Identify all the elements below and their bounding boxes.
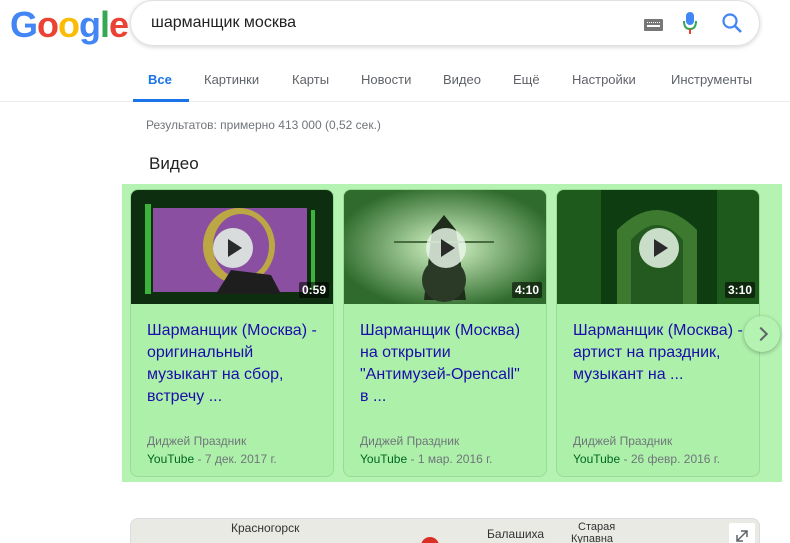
result-stats: Результатов: примерно 413 000 (0,52 сек.… [146, 118, 381, 132]
logo-letter: g [79, 4, 101, 45]
video-duration: 3:10 [724, 282, 755, 298]
video-date: - 7 дек. 2017 г. [194, 452, 277, 466]
video-channel: Диджей Праздник [147, 434, 247, 448]
video-card[interactable]: 4:10 Шарманщик (Москва) на открытии "Ант… [343, 189, 547, 477]
video-title-link[interactable]: Шарманщик (Москва) - оригинальный музыка… [147, 320, 327, 408]
tab-news[interactable]: Новости [361, 72, 411, 87]
video-thumbnail: 3:10 [557, 190, 759, 304]
search-results-page: Google шарманщик москва Все Картинки Кар… [0, 0, 790, 543]
video-carousel: 0:59 Шарманщик (Москва) - оригинальный м… [122, 184, 782, 482]
map-label: Балашиха [487, 527, 545, 541]
video-channel: Диджей Праздник [360, 434, 460, 448]
video-channel: Диджей Праздник [573, 434, 673, 448]
logo-letter: G [10, 4, 38, 45]
tab-settings[interactable]: Настройки [572, 72, 636, 87]
tab-tools[interactable]: Инструменты [671, 72, 752, 87]
tab-videos[interactable]: Видео [443, 72, 481, 87]
google-logo[interactable]: Google [10, 4, 129, 46]
video-card[interactable]: 3:10 Шарманщик (Москва) - артист на праз… [556, 189, 760, 477]
microphone-icon[interactable] [683, 11, 697, 40]
map-pin-icon[interactable] [421, 537, 439, 543]
search-box[interactable]: шарманщик москва [130, 0, 760, 46]
video-thumbnail: 4:10 [344, 190, 546, 304]
search-icon[interactable] [721, 12, 743, 39]
keyboard-icon[interactable] [644, 19, 663, 31]
map-label: Купавна [571, 533, 614, 543]
video-source-name: YouTube [360, 452, 408, 466]
video-thumbnail: 0:59 [131, 190, 333, 304]
video-source-name: YouTube [147, 452, 195, 466]
map-label: Старая [578, 521, 616, 533]
video-source: YouTube - 26 февр. 2016 г. [573, 452, 720, 466]
tab-all[interactable]: Все [148, 72, 172, 87]
logo-letter: o [58, 4, 80, 45]
map-preview[interactable]: Красногорск Балашиха Старая Купавна [130, 518, 760, 543]
map-label: Красногорск [231, 521, 300, 535]
video-source: YouTube - 1 мар. 2016 г. [360, 452, 492, 466]
play-icon[interactable] [213, 228, 253, 268]
videos-section-title: Видео [149, 154, 199, 173]
logo-letter: o [37, 4, 59, 45]
video-date: - 1 мар. 2016 г. [407, 452, 493, 466]
tab-more[interactable]: Ещё [513, 72, 540, 87]
video-date: - 26 февр. 2016 г. [620, 452, 721, 466]
logo-letter: e [109, 4, 129, 45]
search-input[interactable]: шарманщик москва [151, 14, 296, 32]
video-title-link[interactable]: Шарманщик (Москва) - артист на праздник,… [573, 320, 753, 386]
active-tab-indicator [133, 99, 189, 102]
expand-icon[interactable] [729, 523, 755, 543]
logo-letter: l [100, 4, 110, 45]
video-duration: 4:10 [511, 282, 542, 298]
tab-maps[interactable]: Карты [292, 72, 329, 87]
video-source: YouTube - 7 дек. 2017 г. [147, 452, 277, 466]
carousel-next-button[interactable] [744, 316, 780, 352]
video-source-name: YouTube [573, 452, 621, 466]
play-icon[interactable] [426, 228, 466, 268]
video-card[interactable]: 0:59 Шарманщик (Москва) - оригинальный м… [130, 189, 334, 477]
video-title-link[interactable]: Шарманщик (Москва) на открытии "Антимузе… [360, 320, 540, 408]
search-tabs: Все Картинки Карты Новости Видео Ещё Нас… [0, 58, 790, 102]
video-duration: 0:59 [298, 282, 329, 298]
tab-images[interactable]: Картинки [204, 72, 259, 87]
play-icon[interactable] [639, 228, 679, 268]
